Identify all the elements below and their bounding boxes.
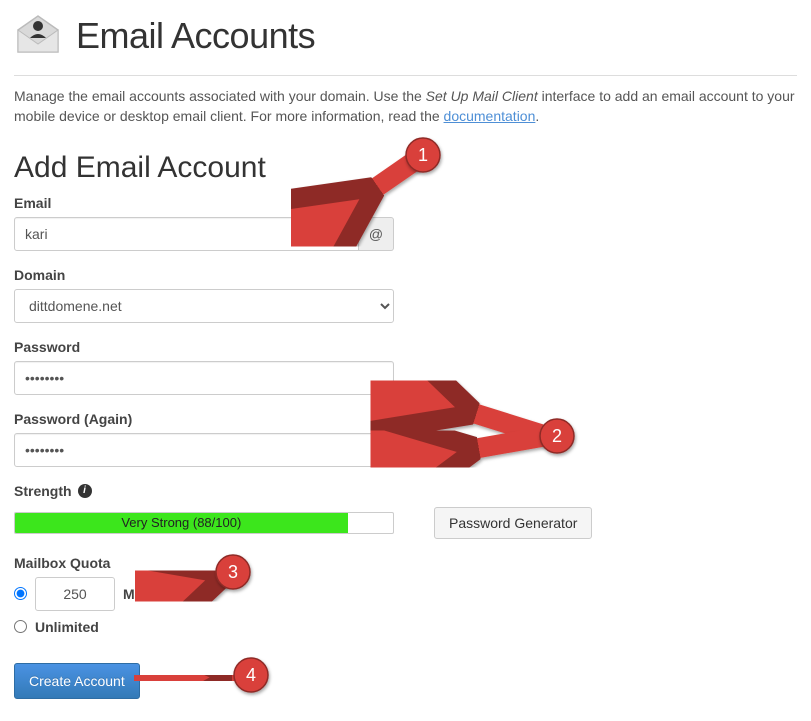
strength-label: Strength xyxy=(14,483,72,499)
at-addon: @ xyxy=(359,217,394,251)
quota-fixed-radio[interactable] xyxy=(14,587,27,600)
strength-text: Very Strong (88/100) xyxy=(121,515,241,530)
password-input[interactable] xyxy=(14,361,394,395)
domain-select[interactable]: dittdomene.net xyxy=(14,289,394,323)
password-generator-button[interactable]: Password Generator xyxy=(434,507,592,539)
divider xyxy=(14,75,797,76)
create-account-button[interactable]: Create Account xyxy=(14,663,140,699)
page-title: Email Accounts xyxy=(76,15,315,57)
quota-label: Mailbox Quota xyxy=(14,555,797,571)
strength-meter: Very Strong (88/100) xyxy=(14,512,394,534)
intro-prefix: Manage the email accounts associated wit… xyxy=(14,88,426,104)
intro-suffix: . xyxy=(535,108,539,124)
password-label: Password xyxy=(14,339,797,355)
intro-emphasis: Set Up Mail Client xyxy=(426,88,538,104)
page-header: Email Accounts xyxy=(14,10,797,61)
password2-label: Password (Again) xyxy=(14,411,797,427)
info-icon[interactable]: i xyxy=(78,484,92,498)
quota-value-input[interactable] xyxy=(35,577,115,611)
strength-meter-fill: Very Strong (88/100) xyxy=(15,513,348,533)
svg-text:4: 4 xyxy=(246,665,256,685)
email-input[interactable] xyxy=(14,217,359,251)
documentation-link[interactable]: documentation xyxy=(444,108,536,124)
email-label: Email xyxy=(14,195,797,211)
domain-label: Domain xyxy=(14,267,797,283)
svg-text:2: 2 xyxy=(552,426,562,446)
password-again-input[interactable] xyxy=(14,433,394,467)
section-title: Add Email Account xyxy=(14,151,797,185)
quota-unlimited-label: Unlimited xyxy=(35,619,99,635)
email-accounts-icon xyxy=(14,10,62,61)
quota-unlimited-radio[interactable] xyxy=(14,620,27,633)
intro-text: Manage the email accounts associated wit… xyxy=(14,86,797,127)
quota-unit: MB xyxy=(123,586,145,602)
